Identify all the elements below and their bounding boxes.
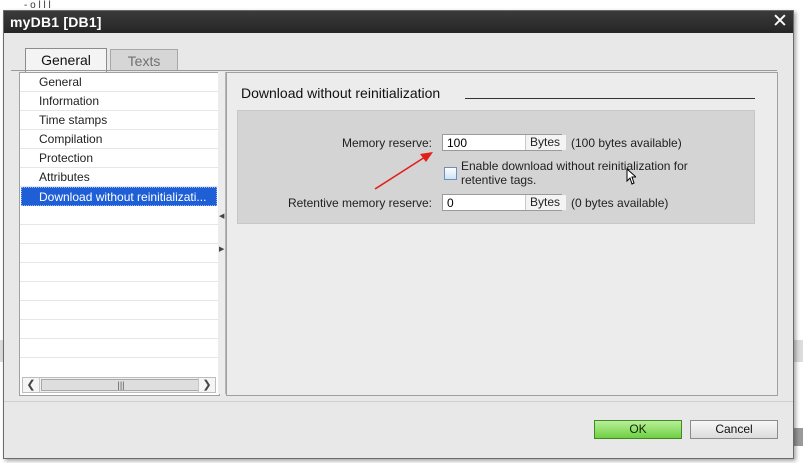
chevron-right-icon: ❯ xyxy=(202,379,212,391)
expand-right-icon[interactable]: ▶ xyxy=(219,245,224,253)
retentive-reserve-available: (0 bytes available) xyxy=(571,196,669,210)
nav-item-attributes[interactable]: Attributes xyxy=(20,168,218,187)
text-cursor-icon xyxy=(626,168,636,185)
cancel-button[interactable]: Cancel xyxy=(690,420,778,439)
nav-empty-row xyxy=(20,263,218,282)
nav-empty-row xyxy=(20,206,218,225)
nav-empty-row xyxy=(20,320,218,339)
memory-reserve-field[interactable]: Bytes xyxy=(442,134,566,151)
nav-item-protection[interactable]: Protection xyxy=(20,149,218,168)
horizontal-scrollbar[interactable]: ❮ ||| ❯ xyxy=(22,377,216,393)
section-title: Download without reinitialization xyxy=(241,85,441,101)
nav-item-download-without-reinitialization[interactable]: Download without reinitializati... xyxy=(21,187,217,206)
navigation-list: General Information Time stamps Compilat… xyxy=(19,72,220,396)
title-bar: myDB1 [DB1] ✕ xyxy=(4,11,793,33)
scroll-left-button[interactable]: ❮ xyxy=(23,378,40,392)
tab-texts[interactable]: Texts xyxy=(110,49,178,71)
tab-general[interactable]: General xyxy=(25,48,107,72)
memory-reserve-input[interactable] xyxy=(443,135,525,150)
nav-item-general[interactable]: General xyxy=(20,73,218,92)
annotation-arrow-icon xyxy=(374,152,433,190)
ok-button[interactable]: OK xyxy=(594,420,682,439)
enable-download-checkbox-label: Enable download without reinitialization… xyxy=(461,159,721,187)
nav-empty-row xyxy=(20,225,218,244)
window-title: myDB1 [DB1] xyxy=(10,14,102,30)
scroll-right-button[interactable]: ❯ xyxy=(198,378,215,392)
pane-splitter[interactable]: ◀ ▶ xyxy=(218,72,226,394)
memory-reserve-available: (100 bytes available) xyxy=(571,136,682,150)
nav-item-time-stamps[interactable]: Time stamps xyxy=(20,111,218,130)
memory-reserve-unit: Bytes xyxy=(525,135,566,150)
retentive-reserve-field[interactable]: Bytes xyxy=(442,194,566,211)
retentive-reserve-input[interactable] xyxy=(443,195,525,210)
close-icon: ✕ xyxy=(772,11,788,32)
checkbox-label-line-1: Enable download without reinitialization… xyxy=(461,159,688,173)
close-button[interactable]: ✕ xyxy=(771,12,789,32)
section-title-rule xyxy=(465,98,755,99)
nav-empty-row xyxy=(20,282,218,301)
background-strip xyxy=(793,428,803,446)
nav-empty-row xyxy=(20,339,218,358)
nav-empty-row xyxy=(20,301,218,320)
nav-item-information[interactable]: Information xyxy=(20,92,218,111)
settings-panel: Memory reserve: Bytes (100 bytes availab… xyxy=(237,110,755,224)
nav-empty-row xyxy=(20,244,218,263)
tab-divider xyxy=(11,70,777,71)
background-strip xyxy=(793,340,803,362)
properties-dialog: myDB1 [DB1] ✕ General Texts General Info… xyxy=(3,10,794,459)
footer-separator xyxy=(4,401,793,402)
collapse-left-icon[interactable]: ◀ xyxy=(219,212,224,220)
settings-content: Download without reinitialization Memory… xyxy=(226,72,778,396)
scrollbar-thumb[interactable]: ||| xyxy=(41,379,201,391)
retentive-reserve-unit: Bytes xyxy=(525,195,566,210)
chevron-left-icon: ❮ xyxy=(26,379,36,391)
checkbox-label-line-2: retentive tags. xyxy=(461,173,537,187)
retentive-reserve-label: Retentive memory reserve: xyxy=(287,196,432,210)
nav-item-compilation[interactable]: Compilation xyxy=(20,130,218,149)
